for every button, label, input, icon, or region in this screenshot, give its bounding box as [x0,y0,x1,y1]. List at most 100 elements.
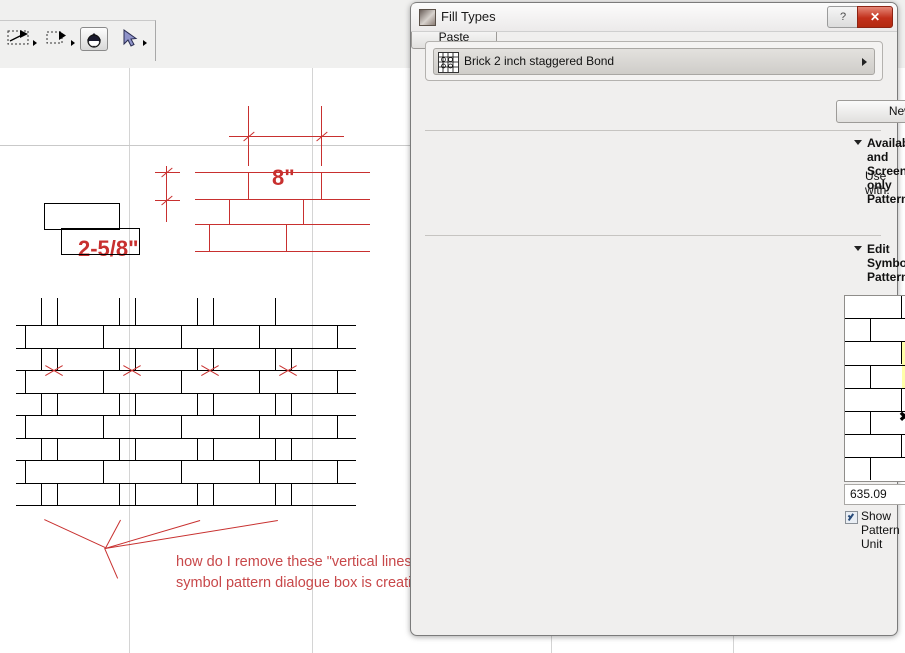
rectangle-select-tool-dropdown-arrow[interactable] [71,40,75,46]
dimension-label-2-5-8in: 2-5/8" [78,236,139,261]
brick-head-joint [41,483,43,506]
edit-symbol-pattern-heading: Edit Symbol Pattern [867,242,905,284]
black-rect-edge [61,228,63,255]
new-button[interactable]: New... [836,100,905,123]
brick-head-joint [119,348,121,371]
edit-pattern-group-divider [425,235,881,236]
brick-bed-joint [16,393,356,395]
polyline-tool[interactable] [6,27,32,49]
brick-bed-joint [16,483,356,485]
pattern-bed-joint [845,341,905,342]
red-brick-head-joint [209,224,211,252]
use-with-label: Use with: [865,169,890,197]
brick-head-joint [181,415,183,438]
brick-head-joint [119,438,121,461]
app-icon [419,9,436,26]
brick-head-joint [41,298,43,325]
red-leader-line [44,519,106,548]
pattern-head-joint [901,388,902,411]
red-leader-line [103,548,118,579]
red-brick-course [195,199,370,201]
brick-head-joint [41,348,43,371]
brick-head-joint [213,438,215,461]
brick-head-joint [25,325,27,348]
pattern-head-joint [870,411,871,434]
brick-head-joint [213,483,215,506]
brick-head-joint [275,438,277,461]
black-rect-edge [61,228,140,230]
brick-head-joint [135,393,137,416]
brick-head-joint [337,370,339,393]
pattern-head-joint [870,365,871,388]
help-button[interactable]: ? [827,6,859,28]
polyline-tool-dropdown-arrow[interactable] [33,40,37,46]
pattern-head-joint [870,318,871,341]
brick-head-joint [259,325,261,348]
brick-head-joint [337,460,339,483]
pattern-bed-joint [845,411,905,412]
dialog-titlebar[interactable]: Fill Types ? ✕ [411,3,897,32]
pattern-editor-canvas[interactable] [844,295,905,482]
brick-head-joint [259,370,261,393]
zoom-percent-input[interactable]: 635.09 [844,484,905,505]
arrow-pointer-tool-dropdown-arrow[interactable] [143,40,147,46]
brick-head-joint [57,298,59,325]
brick-head-joint [103,325,105,348]
pattern-cursor-icon: ✖ [899,409,905,424]
brick-head-joint [275,298,277,325]
brick-head-joint [213,298,215,325]
red-leader-line [105,520,279,550]
brick-head-joint [25,415,27,438]
pattern-head-joint [901,434,902,457]
brick-head-joint [119,483,121,506]
brick-bed-joint [16,438,356,440]
brick-head-joint [119,298,121,325]
fill-tool[interactable] [80,27,108,51]
arrow-pointer-tool[interactable] [116,27,142,49]
show-pattern-unit-checkbox[interactable] [845,511,858,524]
expand-arrow-icon[interactable] [862,58,867,66]
brick-head-joint [197,298,199,325]
fill-select-panel: Brick 2 inch staggered Bond [425,41,883,81]
dimension-label-8in: 8" [272,165,295,190]
brick-head-joint [103,460,105,483]
pattern-bed-joint [845,295,905,296]
brick-head-joint [41,393,43,416]
red-brick-course [195,251,370,253]
red-brick-head-joint [229,199,231,225]
dialog-title: Fill Types [441,9,496,24]
fill-types-dialog: Fill Types ? ✕ Brick 2 inch staggered Bo… [410,2,905,636]
red-brick-head-joint [303,199,305,225]
black-rect-edge [44,203,120,205]
brick-head-joint [291,393,293,416]
brick-head-joint [197,438,199,461]
rectangle-select-tool[interactable] [44,27,70,49]
pattern-head-joint [870,457,871,480]
collapse-triangle-icon[interactable] [854,246,862,251]
brick-head-joint [41,438,43,461]
pattern-head-joint [901,296,902,318]
brick-head-joint [57,393,59,416]
pattern-head-joint [901,481,902,482]
brick-pattern-swatch-icon [438,52,459,73]
brick-head-joint [57,438,59,461]
brick-head-joint [181,460,183,483]
pattern-head-joint [901,341,902,364]
brick-head-joint [337,415,339,438]
pattern-bed-joint [845,388,905,389]
black-rect-edge [139,228,141,255]
brick-head-joint [135,438,137,461]
brick-head-joint [135,483,137,506]
fill-type-dropdown[interactable]: Brick 2 inch staggered Bond [433,48,875,75]
brick-head-joint [181,370,183,393]
red-brick-course [195,172,370,174]
brick-head-joint [25,370,27,393]
brick-bed-joint [16,505,356,507]
brick-bed-joint [16,370,356,372]
brick-head-joint [25,460,27,483]
red-brick-head-joint [286,224,288,252]
pattern-bed-joint [845,481,905,482]
collapse-triangle-icon[interactable] [854,140,862,145]
brick-head-joint [213,393,215,416]
close-icon[interactable]: ✕ [857,6,893,28]
